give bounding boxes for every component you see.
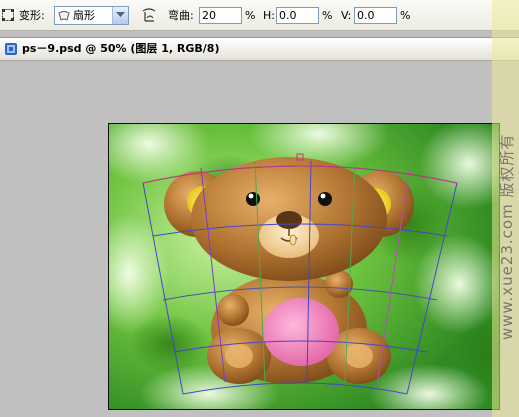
change-orientation-icon[interactable] (141, 8, 158, 23)
document-titlebar[interactable]: ps－9.psd @ 50% (图层 1, RGB/8) (0, 37, 519, 61)
vertical-distortion-unit: % (400, 9, 411, 22)
horizontal-distortion-unit: % (322, 9, 333, 22)
horizontal-distortion-label: H: (263, 9, 275, 22)
chevron-down-icon[interactable] (112, 7, 128, 24)
photoshop-document-icon (5, 43, 17, 55)
warp-transform-icon[interactable] (2, 9, 14, 21)
watermark-text: www.xue23.com 版权所有 (497, 133, 516, 340)
watermark: www.xue23.com 版权所有 (492, 0, 519, 417)
fan-shape-icon (58, 11, 70, 21)
warp-label: 变形: (19, 9, 45, 22)
bend-label: 弯曲: (168, 9, 194, 22)
warp-style-dropdown[interactable]: 扇形 (54, 6, 129, 25)
document-canvas[interactable] (108, 123, 500, 410)
warp-style-value: 扇形 (73, 9, 95, 22)
bend-unit: % (245, 9, 256, 22)
options-bar: 变形: 扇形 弯曲: % H: % V: % (0, 0, 519, 31)
canvas-image (109, 124, 499, 409)
bend-input[interactable] (199, 7, 242, 24)
vertical-distortion-input[interactable] (354, 7, 397, 24)
horizontal-distortion-input[interactable] (276, 7, 319, 24)
document-title: ps－9.psd @ 50% (图层 1, RGB/8) (22, 42, 220, 55)
vertical-distortion-label: V: (341, 9, 352, 22)
